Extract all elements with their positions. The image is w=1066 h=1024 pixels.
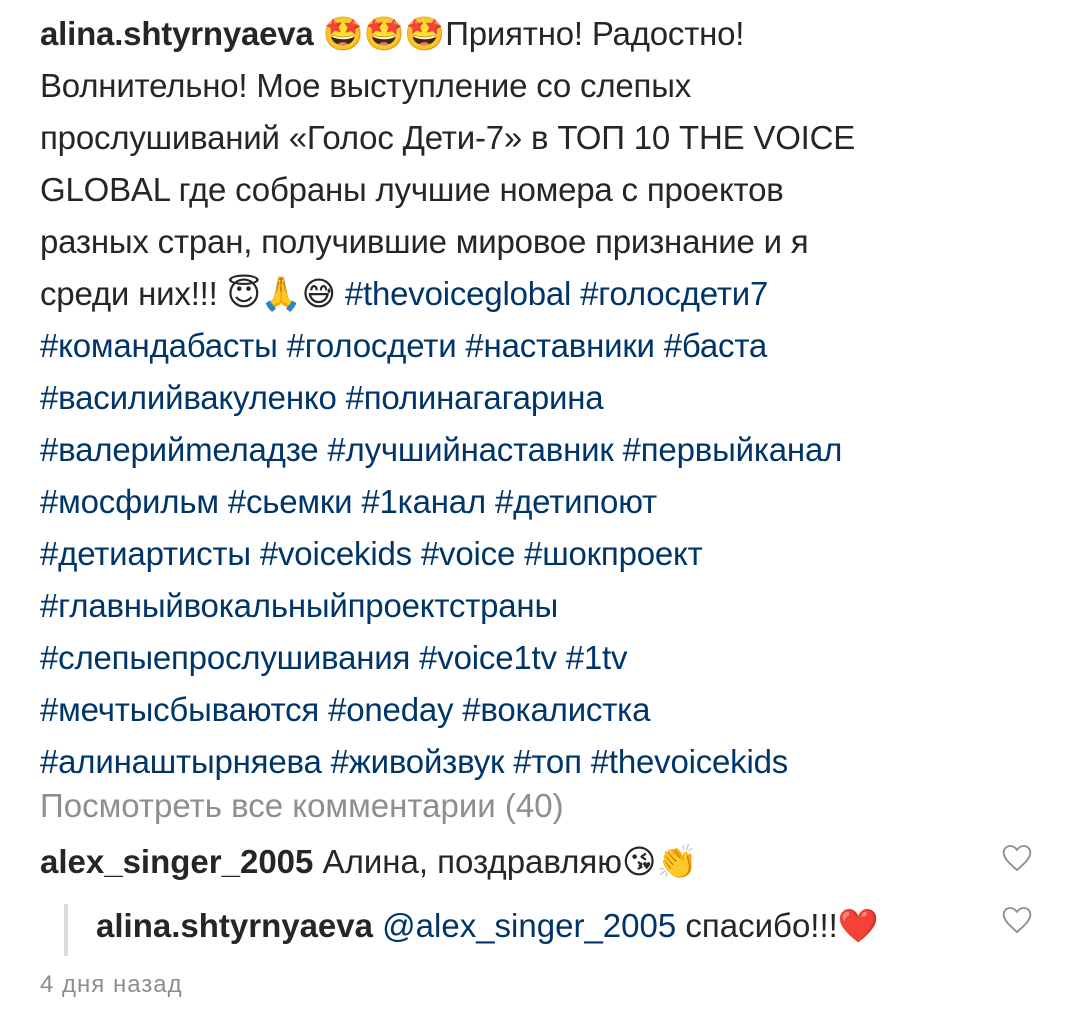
heart-outline-icon[interactable]	[1000, 904, 1034, 936]
star-eyes-emoji: 🤩🤩🤩	[322, 14, 446, 53]
hashtag-link[interactable]: #лучшийнаставник	[327, 431, 613, 468]
hashtag-link[interactable]: #топ	[513, 743, 582, 780]
caption-username[interactable]: alina.shtyrnyaeva	[40, 15, 314, 52]
reply-username[interactable]: alina.shtyrnyaeva	[96, 907, 373, 944]
caption-line-14: #мечтысбываются #oneday #вокалистка	[40, 684, 1040, 736]
reply-thread-bar	[64, 904, 68, 956]
caption-line-4: GLOBAL где собраны лучшие номера с проек…	[40, 171, 784, 208]
caption-line-15: #алинаштырняева #живойзвук #топ #thevoic…	[40, 736, 1040, 788]
hashtag-link[interactable]: #главныйвокальныйпроектстраны	[40, 587, 558, 624]
hashtag-link[interactable]: #командабасты	[40, 327, 278, 364]
hashtag-link[interactable]: #голосдети7	[580, 275, 768, 312]
hashtag-link[interactable]: #1tv	[566, 639, 628, 676]
hashtag-link[interactable]: #детиартисты	[40, 535, 251, 572]
hashtag-link[interactable]: #слепыепрослушивания	[40, 639, 410, 676]
heart-outline-icon[interactable]	[1000, 842, 1034, 874]
caption-text-1: Приятно! Радостно!	[445, 15, 745, 52]
hashtag-link[interactable]: #voicekids	[260, 535, 412, 572]
caption-line-7: #командабасты #голосдети #наставники #ба…	[40, 320, 1040, 372]
caption-line-1: alina.shtyrnyaeva 🤩🤩🤩Приятно! Радостно!	[40, 8, 1040, 60]
post-timestamp: 4 дня назад	[40, 971, 183, 998]
hashtag-link[interactable]: #сьемки	[228, 483, 353, 520]
hashtag-link[interactable]: #1канал	[361, 483, 486, 520]
hashtag-link[interactable]: #voice	[421, 535, 515, 572]
comment-emojis: 😘👏	[622, 842, 698, 881]
caption-line-12: #главныйвокальныйпроектстраны	[40, 580, 1040, 632]
reply-mention[interactable]: @alex_singer_2005	[382, 907, 676, 944]
hashtag-link[interactable]: #живойзвук	[331, 743, 505, 780]
hashtag-link[interactable]: #oneday	[328, 691, 453, 728]
hashtag-link[interactable]: #полинагагарина	[346, 379, 604, 416]
hashtag-link[interactable]: #детипоют	[495, 483, 657, 520]
hashtag-link[interactable]: #первыйканал	[623, 431, 843, 468]
hashtag-link[interactable]: #наставники	[465, 327, 655, 364]
caption-line-2: Волнительно! Мое выступление со слепых	[40, 67, 692, 104]
hashtag-link[interactable]: #голосдети	[287, 327, 457, 364]
hashtag-link[interactable]: #мосфильм	[40, 483, 219, 520]
caption-line-11: #детиартисты #voicekids #voice #шокпроек…	[40, 528, 1040, 580]
hashtag-link[interactable]: #василийвакуленко	[40, 379, 337, 416]
hashtag-link[interactable]: #thevoiceglobal	[345, 275, 572, 312]
caption-line-9: #валерийmеладзе #лучшийнаставник #первый…	[40, 424, 1040, 476]
comment-username[interactable]: alex_singer_2005	[40, 843, 313, 880]
caption-line-5: разных стран, получившие мировое признан…	[40, 223, 809, 260]
caption-line-6: среди них!!! 😇🙏😅 #thevoiceglobal #голосд…	[40, 268, 1040, 320]
hashtag-link[interactable]: #валерийmеладзе	[40, 431, 319, 468]
caption-line-3: прослушиваний «Голос Дети-7» в ТОП 10 TH…	[40, 119, 856, 156]
hashtag-link[interactable]: #voice1tv	[419, 639, 557, 676]
comment-text: Алина, поздравляю	[322, 843, 623, 880]
comment-row: alex_singer_2005 Алина, поздравляю😘👏	[40, 838, 698, 886]
caption-emojis: 😇🙏😅	[226, 274, 336, 313]
reply-text: спасибо!!!	[685, 907, 838, 944]
caption-text-6: среди них!!!	[40, 275, 218, 312]
hashtag-link[interactable]: #баста	[664, 327, 767, 364]
hashtag-link[interactable]: #алинаштырняева	[40, 743, 322, 780]
caption-line-13: #слепыепрослушивания #voice1tv #1tv	[40, 632, 1040, 684]
hashtag-link[interactable]: #thevoicekids	[591, 743, 789, 780]
caption-line-10: #мосфильм #сьемки #1канал #детипоют	[40, 476, 1040, 528]
view-all-comments-link[interactable]: Посмотреть все комментарии (40)	[40, 782, 564, 830]
hashtag-link[interactable]: #вокалистка	[462, 691, 650, 728]
reply-row: alina.shtyrnyaeva @alex_singer_2005 спас…	[96, 902, 879, 950]
hashtag-link[interactable]: #шокпроект	[524, 535, 703, 572]
hashtag-link[interactable]: #мечтысбываются	[40, 691, 319, 728]
post-caption: alina.shtyrnyaeva 🤩🤩🤩Приятно! Радостно! …	[40, 8, 1040, 788]
red-heart-emoji: ❤️	[837, 906, 879, 945]
caption-line-8: #василийвакуленко #полинагагарина	[40, 372, 1040, 424]
